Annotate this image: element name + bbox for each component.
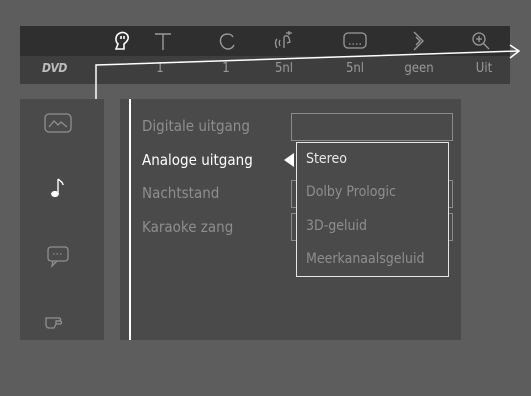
speech-bubble-icon[interactable] (42, 244, 74, 268)
music-note-icon[interactable] (42, 176, 74, 200)
option-stereo[interactable]: Stereo (306, 151, 347, 167)
settings-sidebar (20, 99, 104, 340)
selection-arrow-icon (284, 153, 294, 167)
setting-analog-output[interactable]: Analoge uitgang (142, 151, 253, 169)
setting-digital-output[interactable]: Digitale uitgang (142, 117, 250, 135)
panel-divider (129, 99, 131, 340)
setting-night-mode[interactable]: Nachtstand (142, 184, 219, 202)
digital-output-field[interactable] (291, 113, 453, 141)
option-multichannel[interactable]: Meerkanaalsgeluid (306, 251, 425, 267)
setting-karaoke-vocal[interactable]: Karaoke zang (142, 218, 233, 236)
pointer-hand-icon[interactable] (42, 309, 74, 333)
option-3d-sound[interactable]: 3D-geluid (306, 218, 367, 234)
option-dolby-prologic[interactable]: Dolby Prologic (306, 184, 396, 200)
picture-icon[interactable] (42, 111, 74, 135)
